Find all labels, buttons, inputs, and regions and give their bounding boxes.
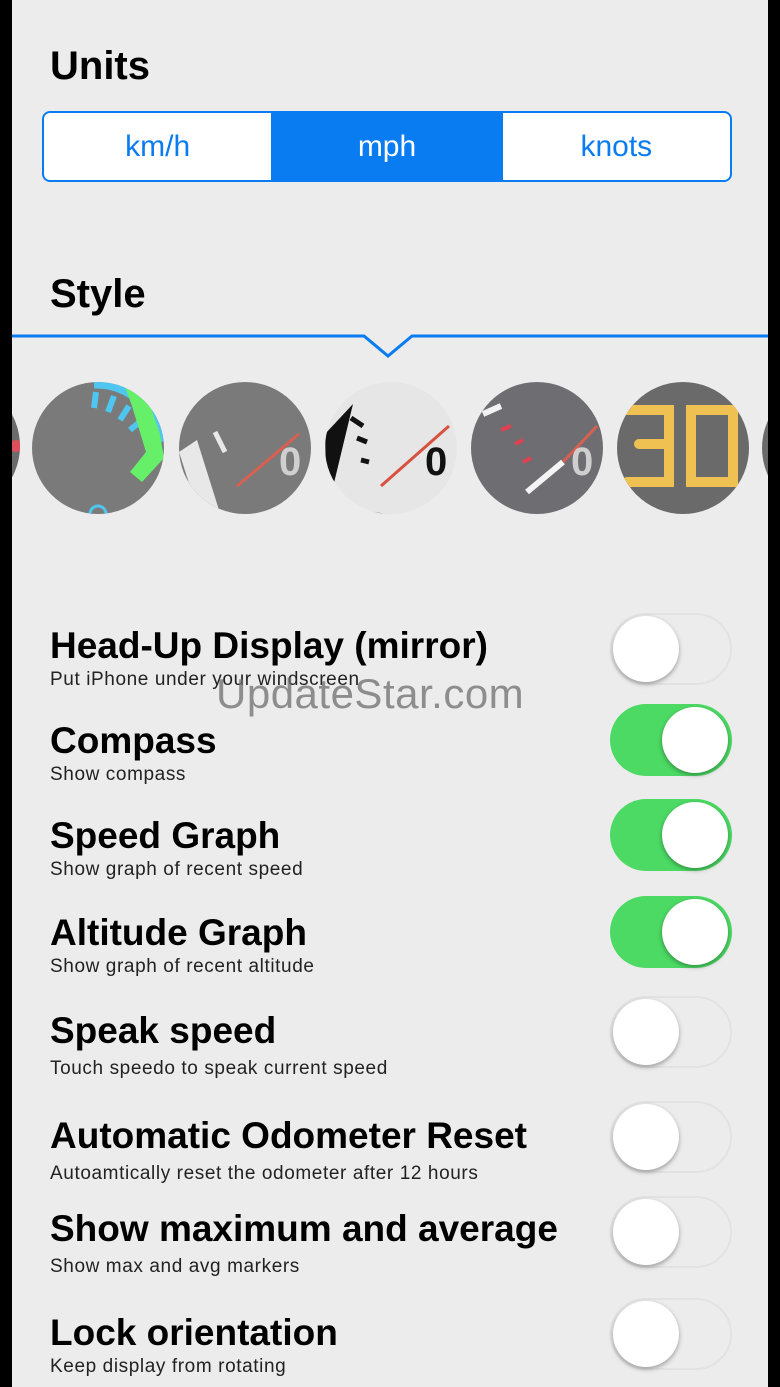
setting-show-max-average: Show maximum and average Show max and av…: [12, 1196, 768, 1298]
style-option-red-tick-dial[interactable]: 0: [471, 382, 603, 514]
setting-speak-speed: Speak speed Touch speedo to speak curren…: [12, 996, 768, 1100]
head-up-display-toggle[interactable]: [610, 613, 732, 685]
dial-digit: 0: [425, 440, 448, 484]
setting-altitude-graph: Altitude Graph Show graph of recent alti…: [12, 896, 768, 1002]
odometer-reset-toggle[interactable]: [610, 1101, 732, 1173]
toggle-knob: [613, 999, 679, 1065]
dial-digit: 0: [279, 440, 302, 484]
max-average-toggle[interactable]: [610, 1196, 732, 1268]
speak-speed-toggle[interactable]: [610, 996, 732, 1068]
setting-subtitle: Show max and avg markers: [50, 1256, 300, 1277]
style-option-partial-left[interactable]: [12, 380, 20, 512]
style-section-title: Style: [50, 272, 146, 316]
setting-title: Lock orientation: [50, 1312, 338, 1353]
units-section-title: Units: [50, 44, 150, 88]
compass-toggle[interactable]: [610, 704, 732, 776]
toggle-knob: [662, 707, 728, 773]
style-selection-indicator: [12, 334, 768, 358]
setting-subtitle: Show graph of recent altitude: [50, 956, 315, 977]
setting-subtitle: Show graph of recent speed: [50, 859, 304, 880]
dial-digit: 0: [571, 440, 594, 484]
setting-subtitle: Keep display from rotating: [50, 1356, 287, 1377]
style-option-digital-dial[interactable]: 0 30: [617, 382, 749, 514]
unit-option-knots[interactable]: knots: [503, 113, 730, 180]
toggle-knob: [613, 616, 679, 682]
setting-compass: Compass Show compass: [12, 704, 768, 810]
setting-title: Speak speed: [50, 1010, 277, 1051]
toggle-knob: [662, 899, 728, 965]
speed-graph-toggle[interactable]: [610, 799, 732, 871]
style-option-white-needle-dial[interactable]: 0: [179, 382, 311, 514]
setting-title: Speed Graph: [50, 815, 281, 856]
setting-title: Automatic Odometer Reset: [50, 1115, 527, 1156]
setting-title: Altitude Graph: [50, 912, 307, 953]
units-segmented-control[interactable]: km/h mph knots: [42, 111, 732, 182]
setting-title: Show maximum and average: [50, 1208, 558, 1249]
setting-title: Compass: [50, 720, 217, 761]
setting-title: Head-Up Display (mirror): [50, 625, 488, 666]
toggle-knob: [662, 802, 728, 868]
setting-automatic-odometer-reset: Automatic Odometer Reset Autoamtically r…: [12, 1101, 768, 1205]
toggle-knob: [613, 1104, 679, 1170]
style-picker[interactable]: 0 0 0: [12, 380, 768, 515]
watermark-text: UpdateStar.com: [216, 670, 525, 717]
setting-subtitle: Show compass: [50, 764, 187, 785]
setting-subtitle: Autoamtically reset the odometer after 1…: [50, 1163, 479, 1184]
altitude-graph-toggle[interactable]: [610, 896, 732, 968]
style-option-compass-dial[interactable]: [32, 382, 164, 514]
setting-subtitle: Touch speedo to speak current speed: [50, 1058, 388, 1079]
setting-lock-orientation: Lock orientation Keep display from rotat…: [12, 1298, 768, 1387]
unit-option-mph[interactable]: mph: [273, 113, 503, 180]
toggle-knob: [613, 1301, 679, 1367]
lock-orientation-toggle[interactable]: [610, 1298, 732, 1370]
style-option-partial-right[interactable]: [762, 382, 768, 514]
setting-speed-graph: Speed Graph Show graph of recent speed: [12, 799, 768, 905]
style-option-classic-dial[interactable]: 0: [325, 382, 457, 514]
toggle-knob: [613, 1199, 679, 1265]
unit-option-kmh[interactable]: km/h: [44, 113, 274, 180]
